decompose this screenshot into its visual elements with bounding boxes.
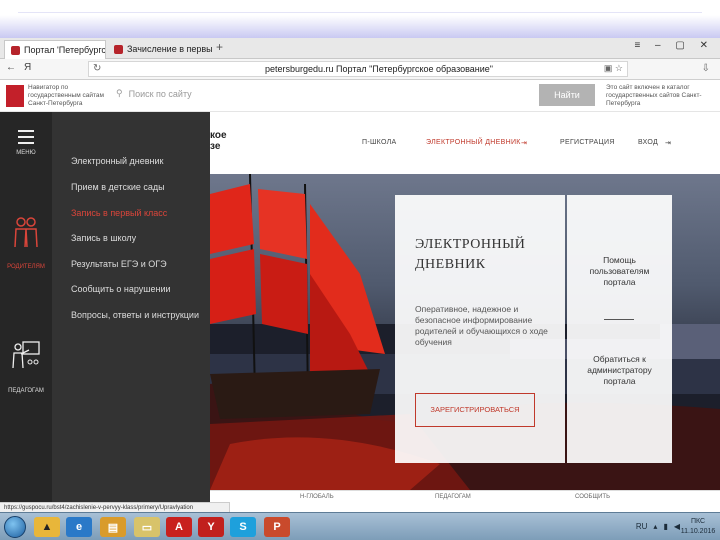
- help-card: Помощь пользователям портала Обратиться …: [567, 195, 672, 463]
- system-tray: RU ▴ ▮ ◀: [636, 522, 680, 531]
- site-favicon-icon: [114, 45, 123, 54]
- menu-link-exam-results[interactable]: Результаты ЕГЭ и ОГЭ: [71, 259, 167, 269]
- tab-label: Портал 'Петербургское: [24, 44, 106, 55]
- register-button[interactable]: ЗАРЕГИСТРИРОВАТЬСЯ: [415, 393, 535, 427]
- browser-address-bar: ← Я ↻ petersburgedu.ru Портал "Петербург…: [0, 59, 720, 80]
- help-divider: [604, 319, 634, 320]
- network-icon[interactable]: ▮: [663, 522, 667, 531]
- new-tab-icon[interactable]: +: [216, 40, 223, 54]
- menu-link-first-class[interactable]: Запись в первый класс: [71, 208, 167, 218]
- search-input[interactable]: Поиск по сайту: [129, 89, 192, 99]
- url-text: petersburgedu.ru Портал "Петербургское о…: [265, 64, 493, 74]
- clock-date: 11.10.2016: [680, 528, 716, 535]
- parents-label[interactable]: РОДИТЕЛЯМ: [0, 264, 52, 270]
- bookmark-star-icon[interactable]: ▣ ☆: [604, 63, 623, 74]
- diary-login-icon[interactable]: ⇥: [521, 139, 527, 147]
- site-search[interactable]: ⚲ Поиск по сайту: [116, 88, 192, 99]
- yandex-browser-icon[interactable]: Y: [198, 517, 224, 537]
- diary-description: Оперативное, надежное и безопасное инфор…: [415, 304, 548, 347]
- site-logo[interactable]: кое зе: [210, 130, 227, 152]
- menu-link-faq[interactable]: Вопросы, ответы и инструкции: [71, 310, 199, 320]
- side-menu-panel: Электронный дневник Прием в детские сады…: [52, 112, 210, 502]
- window-controls[interactable]: ≡ – ▢ ✕: [634, 40, 714, 51]
- pdf-reader-icon[interactable]: A: [166, 517, 192, 537]
- search-button[interactable]: Найти: [539, 84, 595, 106]
- gov-navigator-text[interactable]: Навигатор по государственным сайтам Санк…: [28, 84, 108, 108]
- side-menu-bar: МЕНЮ РОДИТЕЛЯМ ПЕДАГОГАМ: [0, 112, 52, 502]
- nav-registration[interactable]: РЕГИСТРАЦИЯ: [560, 139, 615, 146]
- menu-label[interactable]: МЕНЮ: [0, 150, 52, 156]
- teachers-label[interactable]: ПЕДАГОГАМ: [0, 388, 52, 394]
- folder-icon[interactable]: ▭: [134, 517, 160, 537]
- menu-link-report-violation[interactable]: Сообщить о нарушении: [71, 284, 171, 294]
- teachers-icon[interactable]: [0, 340, 52, 370]
- download-icon[interactable]: ⇩: [702, 63, 710, 74]
- slide-top-band: [0, 0, 720, 38]
- parents-icon[interactable]: [0, 217, 52, 249]
- url-field[interactable]: ↻ petersburgedu.ru Портал "Петербургское…: [88, 61, 628, 77]
- menu-link-electronic-diary[interactable]: Электронный дневник: [71, 156, 163, 166]
- nav-electronic-diary[interactable]: ЭЛЕКТРОННЫЙ ДНЕВНИК: [426, 139, 521, 146]
- browser-tab-first-class[interactable]: Зачисление в первый клас ✕: [108, 40, 212, 59]
- bottom-item[interactable]: ПЕДАГОГАМ: [435, 494, 471, 500]
- language-indicator[interactable]: RU: [636, 522, 648, 531]
- taskbar-clock[interactable]: ПКС 11.10.2016: [680, 517, 716, 537]
- browser-tab-portal[interactable]: Портал 'Петербургское ✕: [4, 40, 106, 59]
- login-icon[interactable]: ⇥: [665, 139, 671, 147]
- status-bar-url: https://guspocu.ru/bst4/zachislenie-v-pe…: [0, 502, 230, 512]
- app-launcher-icon[interactable]: ▲: [34, 517, 60, 537]
- diary-title-line-1: ЭЛЕКТРОННЫЙ: [415, 237, 526, 252]
- tab-label: Зачисление в первый клас: [127, 44, 212, 54]
- diary-card-title: ЭЛЕКТРОННЫЙ ДНЕВНИК: [415, 235, 555, 275]
- menu-link-school-enroll[interactable]: Запись в школу: [71, 233, 136, 243]
- browser-logo-icon[interactable]: Я: [24, 62, 31, 73]
- start-button[interactable]: [4, 516, 26, 538]
- hamburger-menu-icon[interactable]: [0, 130, 52, 144]
- diary-card: ЭЛЕКТРОННЫЙ ДНЕВНИК Оперативное, надежно…: [395, 195, 565, 463]
- internet-explorer-icon[interactable]: e: [66, 517, 92, 537]
- contact-admin-link[interactable]: Обратиться к администратору портала: [573, 354, 666, 387]
- nav-school[interactable]: П-ШКОЛА: [362, 139, 397, 146]
- menu-link-kindergarten[interactable]: Прием в детские сады: [71, 182, 165, 192]
- gov-header: Навигатор по государственным сайтам Санк…: [0, 80, 720, 112]
- gov-catalog-note: Это сайт включен в каталог государственн…: [606, 84, 702, 107]
- nav-login[interactable]: ВХОД: [638, 139, 658, 146]
- logo-line-2: зе: [210, 141, 221, 152]
- reload-icon[interactable]: ↻: [93, 63, 101, 74]
- slide-divider: [18, 12, 702, 13]
- search-icon: ⚲: [116, 88, 123, 98]
- bottom-item[interactable]: СООБЩИТЬ: [575, 494, 610, 500]
- diary-title-line-2: ДНЕВНИК: [415, 257, 486, 272]
- user-help-link[interactable]: Помощь пользователям портала: [573, 255, 666, 288]
- windows-taskbar: ▲ e ▤ ▭ A Y S P RU ▴ ▮ ◀ ПКС 11.10.2016: [0, 512, 720, 540]
- powerpoint-icon[interactable]: P: [264, 517, 290, 537]
- site-favicon-icon: [11, 45, 20, 55]
- page-bottom-strip: Н-ГЛОБАЛЬ ПЕДАГОГАМ СООБЩИТЬ: [210, 490, 720, 502]
- bottom-item[interactable]: Н-ГЛОБАЛЬ: [300, 494, 334, 500]
- nav-buttons: ← Я: [6, 62, 31, 73]
- browser-tab-bar: Портал 'Петербургское ✕ Зачисление в пер…: [0, 38, 720, 59]
- spb-coat-of-arms-icon[interactable]: [6, 85, 24, 107]
- logo-line-1: кое: [210, 130, 227, 141]
- tray-arrow-icon[interactable]: ▴: [653, 522, 657, 531]
- back-arrow-icon[interactable]: ←: [6, 62, 16, 73]
- clock-time: ПКС: [690, 518, 706, 525]
- skype-icon[interactable]: S: [230, 517, 256, 537]
- file-explorer-icon[interactable]: ▤: [100, 517, 126, 537]
